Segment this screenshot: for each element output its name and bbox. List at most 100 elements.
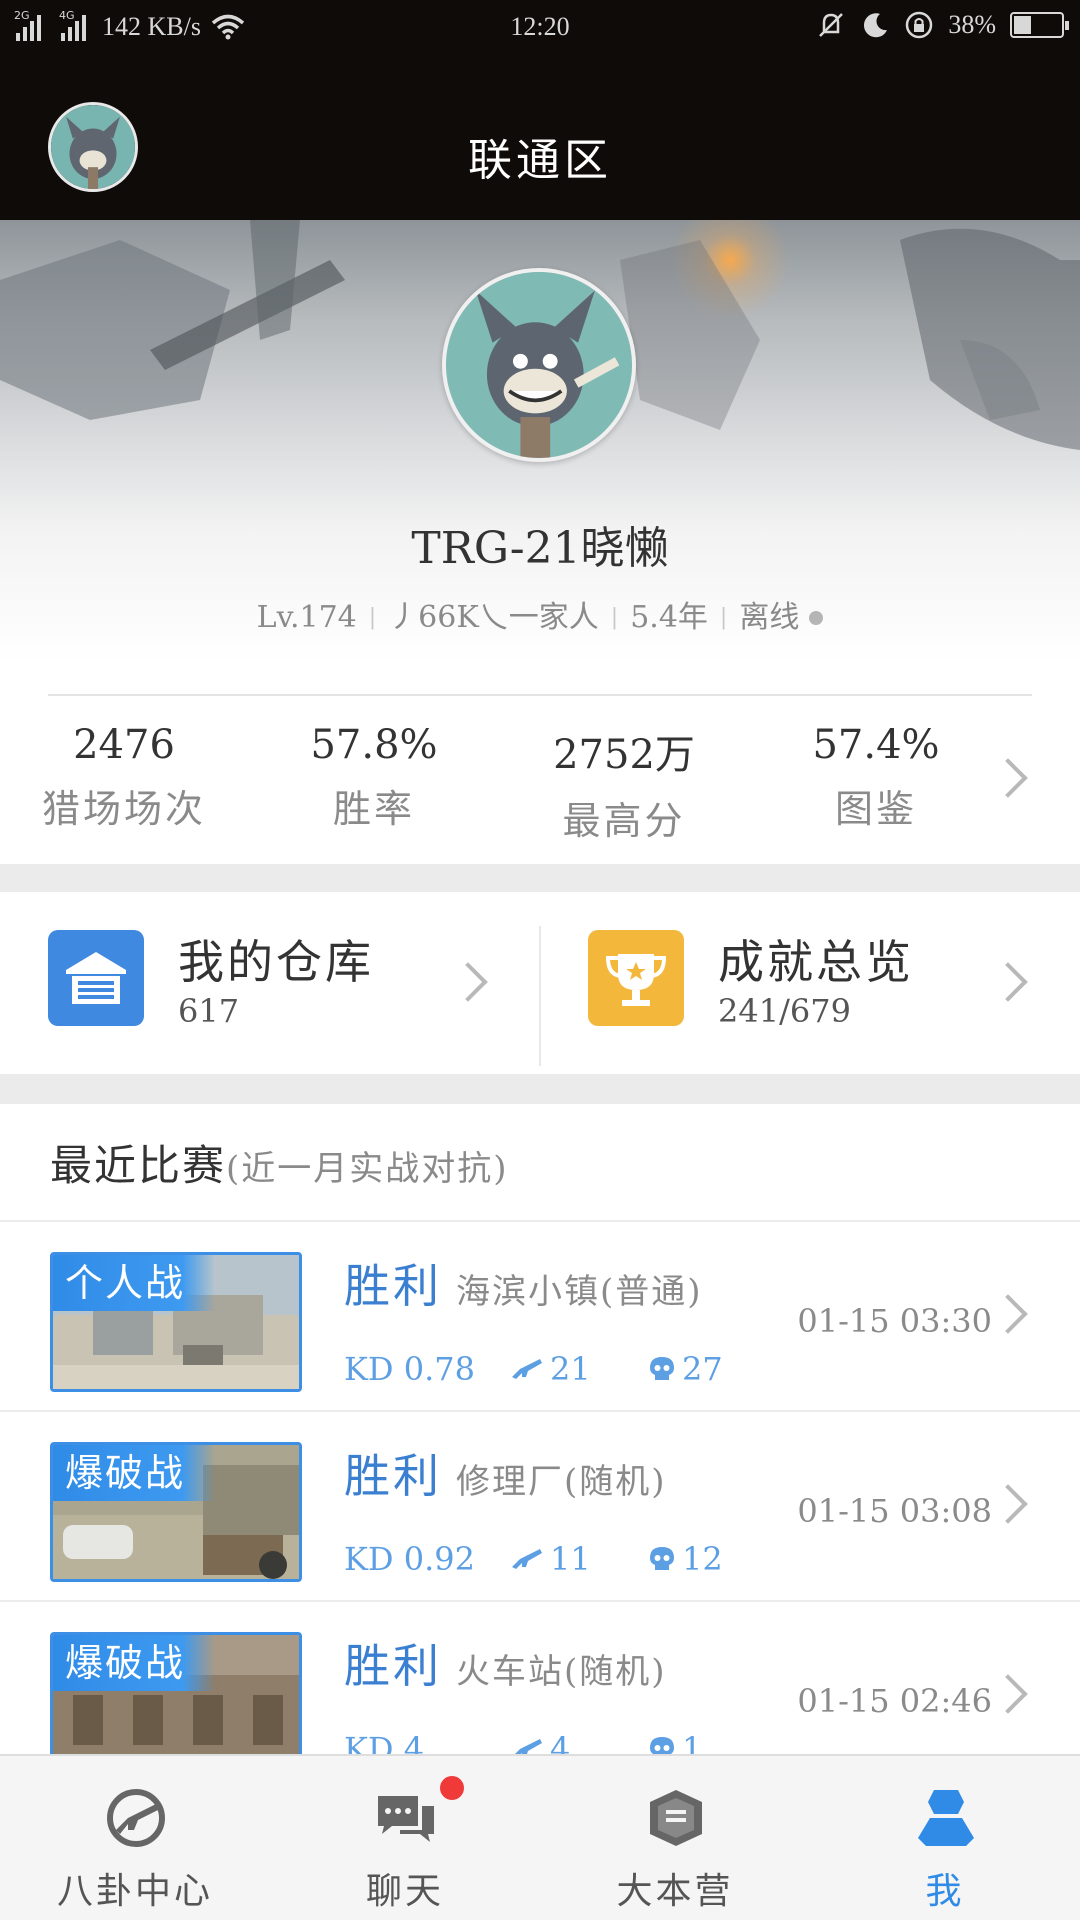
match-stats: KD 0.78 21 27 — [344, 1350, 778, 1388]
stat-value: 2476 — [73, 722, 175, 768]
skull-icon — [650, 1357, 674, 1380]
stats-row[interactable]: 2476 猎场场次 57.8% 胜率 2752万 最高分 57.4% 图鉴 — [0, 700, 1080, 862]
match-map: 海滨小镇(普通) — [456, 1272, 703, 1312]
nav-label: 八卦中心 — [56, 1871, 213, 1912]
chevron-right-icon — [988, 1484, 1028, 1524]
battery-level — [1014, 16, 1031, 34]
chevron-right-icon — [988, 1294, 1028, 1334]
mode-tag: 爆破战 — [53, 1445, 216, 1501]
meta-separator: | — [610, 605, 619, 630]
match-kd: KD 0.78 — [344, 1350, 475, 1388]
gun-badge-icon — [107, 1789, 165, 1847]
match-result: 胜利 — [344, 1449, 442, 1503]
stat-collection: 57.4% 图鉴 — [766, 722, 986, 833]
recent-title: 最近比赛 — [50, 1141, 227, 1190]
status-bar: 2G 4G 142 KB/s 12:20 38% — [0, 0, 1080, 56]
nav-label: 聊天 — [365, 1871, 444, 1912]
rifle-icon — [515, 1739, 542, 1754]
trophy-icon — [588, 930, 684, 1026]
stat-label: 图鉴 — [834, 787, 917, 831]
match-kills: 11 — [550, 1540, 591, 1578]
match-row[interactable]: 爆破战 胜利 修理厂(随机) 01-15 03:08 KD 0.92 11 12 — [0, 1412, 1080, 1602]
recent-subtitle: (近一月实战对抗) — [226, 1149, 509, 1189]
top-header: 联通区 — [0, 56, 1080, 220]
achievements-title: 成就总览 — [718, 935, 914, 989]
match-result: 胜利 — [344, 1259, 442, 1313]
match-kd: KD 4 — [344, 1730, 425, 1754]
section-gap — [0, 864, 1080, 892]
mode-tag: 爆破战 — [53, 1635, 216, 1691]
profile-level: Lv.174 — [256, 600, 357, 635]
meta-separator: | — [368, 605, 377, 630]
skull-icon — [650, 1737, 674, 1754]
moon-icon — [864, 13, 888, 38]
profile-team: 丿66K乀一家人 — [388, 600, 599, 635]
stat-high-score: 2752万 最高分 — [514, 722, 734, 845]
chevron-right-icon — [448, 962, 488, 1002]
shield-base-icon — [650, 1790, 702, 1846]
match-row[interactable]: 个人战 胜利 海滨小镇(普通) 01-15 03:30 KD 0.78 21 2… — [0, 1222, 1080, 1412]
profile-hero: TRG-21晓懒 Lv.174 | 丿66K乀一家人 | 5.4年 | 离线 — [0, 220, 1080, 664]
chevron-right-icon — [988, 962, 1028, 1002]
match-deaths: 27 — [682, 1350, 723, 1388]
map-thumbnail: 爆破战 — [50, 1632, 302, 1754]
meta-separator: | — [719, 605, 728, 630]
profile-years: 5.4年 — [630, 600, 708, 635]
nav-label: 大本营 — [616, 1871, 734, 1912]
match-stats: KD 0.92 11 12 — [344, 1540, 778, 1578]
mute-bell-icon — [819, 13, 844, 37]
stat-label: 最高分 — [562, 799, 686, 843]
match-time: 01-15 03:08 — [797, 1492, 992, 1530]
match-kd: KD 0.92 — [344, 1540, 475, 1578]
chevron-right-icon[interactable] — [988, 758, 1028, 798]
nav-gossip-center[interactable]: 八卦中心 — [0, 1756, 270, 1920]
match-deaths: 12 — [682, 1540, 723, 1578]
map-thumbnail: 个人战 — [50, 1252, 302, 1392]
warehouse-card[interactable]: 我的仓库 617 — [0, 892, 540, 1074]
stat-hunt-matches: 2476 猎场场次 — [14, 722, 234, 833]
profile-status: 离线 — [739, 600, 800, 635]
rotation-lock-icon — [906, 11, 933, 39]
warehouse-icon — [48, 930, 144, 1026]
battery-icon — [1010, 12, 1069, 38]
nav-base-camp[interactable]: 大本营 — [540, 1756, 810, 1920]
battery-percent: 38% — [948, 10, 996, 39]
section-gap — [0, 1074, 1080, 1104]
stat-win-rate: 57.8% 胜率 — [264, 722, 484, 833]
achievements-count: 241/679 — [718, 992, 851, 1030]
rifle-icon — [512, 1549, 542, 1569]
match-time: 01-15 03:30 — [797, 1302, 992, 1340]
user-profile-icon — [918, 1790, 974, 1846]
page-title: 联通区 — [468, 135, 612, 186]
divider — [48, 694, 1032, 696]
stat-label: 胜率 — [332, 787, 415, 831]
achievements-card[interactable]: 成就总览 241/679 — [540, 892, 1080, 1074]
chat-notification-badge — [440, 1776, 464, 1800]
match-time: 01-15 02:46 — [797, 1682, 992, 1720]
nav-label: 我 — [925, 1871, 965, 1912]
mode-tag: 个人战 — [53, 1255, 216, 1311]
match-deaths: 1 — [682, 1730, 703, 1754]
nav-chat[interactable]: 聊天 — [270, 1756, 540, 1920]
stat-value: 57.4% — [812, 722, 940, 768]
chat-bubbles-icon — [378, 1796, 434, 1842]
chevron-right-icon — [988, 1674, 1028, 1714]
recent-matches-heading: 最近比赛(近一月实战对抗) — [50, 1132, 509, 1193]
map-thumbnail: 爆破战 — [50, 1442, 302, 1582]
match-stats: KD 4 4 1 — [344, 1730, 778, 1754]
stat-value: 2752万 — [553, 732, 695, 778]
shortcut-cards: 我的仓库 617 成就总览 241/679 — [0, 892, 1080, 1074]
match-row[interactable]: 爆破战 胜利 火车站(随机) 01-15 02:46 KD 4 4 1 — [0, 1602, 1080, 1754]
match-result: 胜利 — [344, 1639, 442, 1693]
rifle-icon — [512, 1359, 542, 1379]
profile-meta: Lv.174 | 丿66K乀一家人 | 5.4年 | 离线 — [0, 592, 1080, 636]
match-kills: 21 — [550, 1350, 591, 1388]
stat-label: 猎场场次 — [41, 787, 206, 831]
nav-me[interactable]: 我 — [810, 1756, 1080, 1920]
warehouse-title: 我的仓库 — [178, 935, 374, 989]
skull-icon — [650, 1547, 674, 1570]
match-map: 火车站(随机) — [456, 1652, 667, 1692]
profile-avatar[interactable] — [442, 268, 636, 462]
profile-nickname: TRG-21晓懒 — [411, 523, 669, 574]
bottom-navigation: 八卦中心 聊天 大本营 我 — [0, 1754, 1080, 1920]
